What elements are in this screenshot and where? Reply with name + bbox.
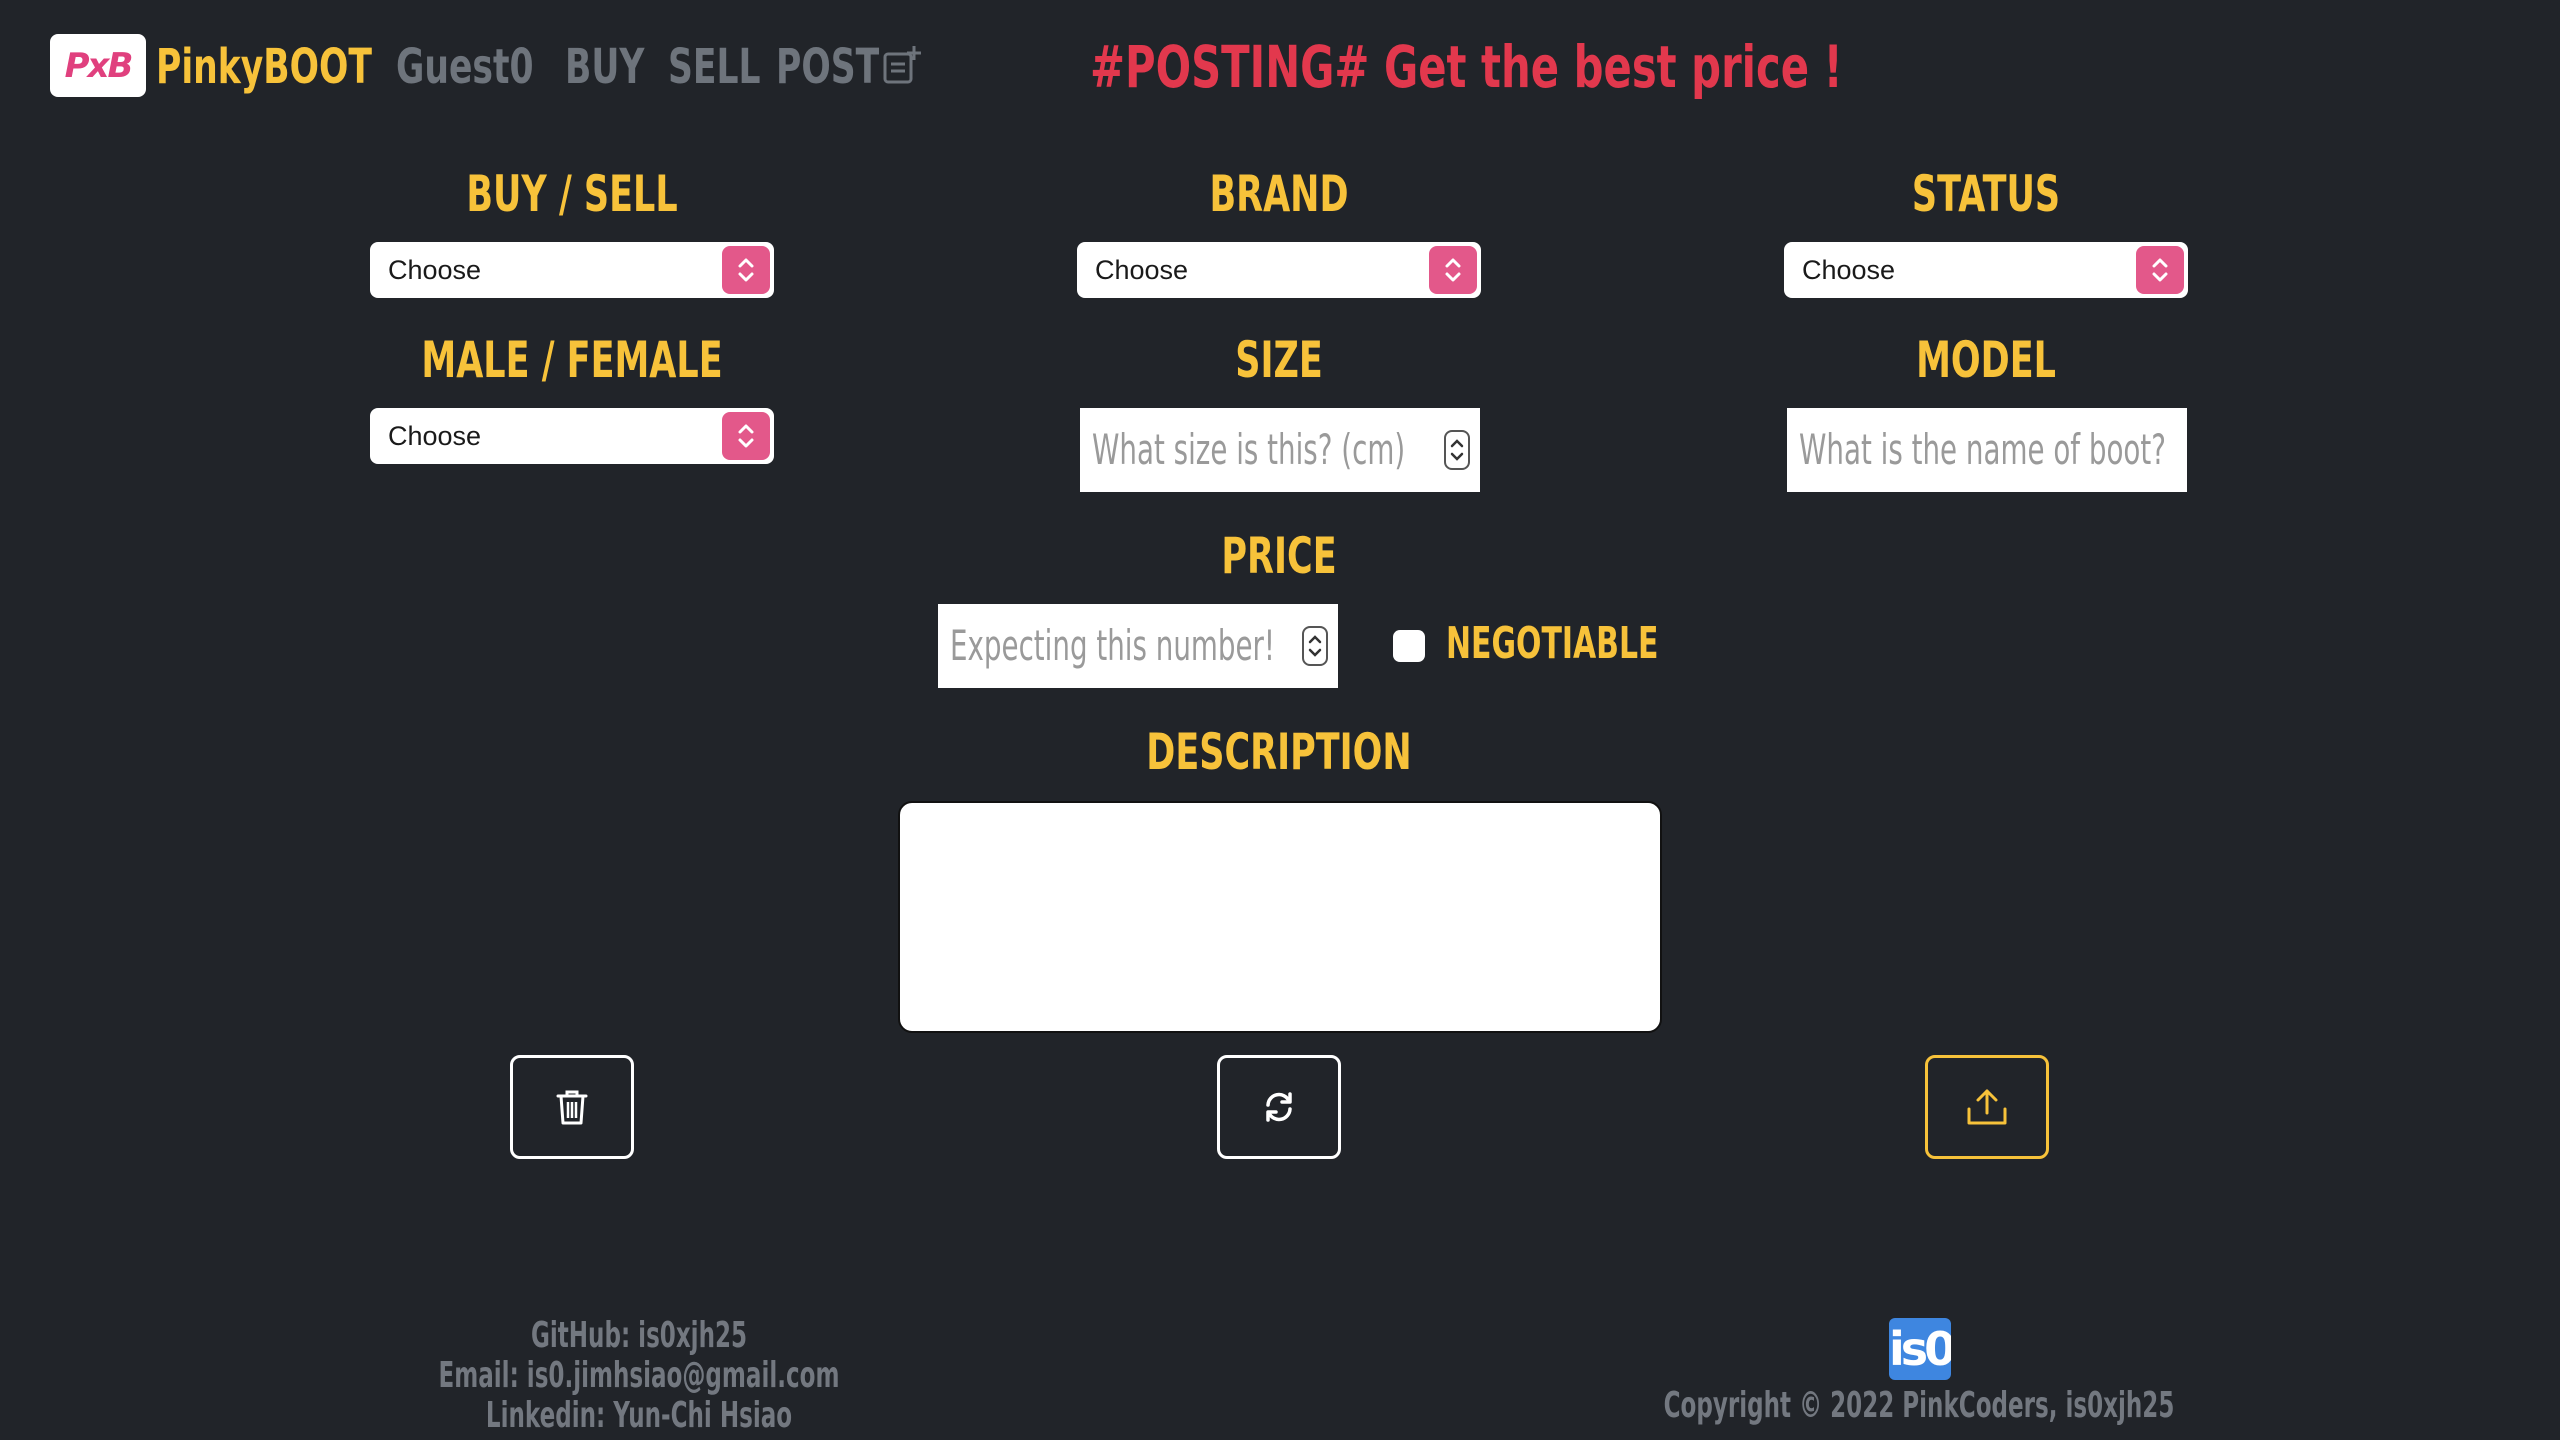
- size-label: SIZE: [1235, 331, 1323, 389]
- negotiable-label: NEGOTIABLE: [1446, 618, 1659, 669]
- footer-linkedin[interactable]: Linkedin: Yun-Chi Hsiao: [351, 1396, 927, 1436]
- select-caret-icon: [722, 246, 770, 294]
- reset-button[interactable]: [1217, 1055, 1341, 1159]
- nav-post[interactable]: POST: [776, 38, 879, 96]
- description-textarea[interactable]: [898, 801, 1662, 1033]
- buy-sell-value: Choose: [388, 255, 482, 285]
- delete-button[interactable]: [510, 1055, 634, 1159]
- buy-sell-label: BUY / SELL: [466, 165, 678, 223]
- price-placeholder: Expecting this number!: [950, 621, 1276, 670]
- nav-user[interactable]: Guest0: [396, 38, 534, 96]
- page-headline: #POSTING# Get the best price !: [1090, 33, 1843, 101]
- gender-select[interactable]: Choose: [370, 408, 774, 464]
- model-label: MODEL: [1916, 331, 2056, 389]
- footer-copyright: Copyright © 2022 PinkCoders, is0xjh25: [1663, 1385, 2175, 1426]
- select-caret-icon: [722, 412, 770, 460]
- description-label: DESCRIPTION: [1146, 723, 1412, 781]
- status-select[interactable]: Choose: [1784, 242, 2188, 298]
- footer-badge-logo: is0: [1889, 1318, 1951, 1380]
- size-placeholder: What size is this? (cm): [1092, 425, 1406, 474]
- logo-text: PxB: [64, 45, 134, 86]
- upload-icon: [1967, 1089, 2007, 1125]
- stepper-icon[interactable]: [1302, 626, 1328, 666]
- nav-buy[interactable]: BUY: [565, 38, 644, 96]
- brand-value: Choose: [1095, 255, 1189, 285]
- brand-name[interactable]: PinkyBOOT: [156, 38, 372, 96]
- status-label: STATUS: [1911, 165, 2061, 223]
- trash-icon: [556, 1090, 588, 1125]
- post-add-icon[interactable]: [883, 44, 923, 86]
- negotiable-checkbox[interactable]: [1393, 630, 1425, 662]
- price-input[interactable]: Expecting this number!: [938, 604, 1338, 688]
- refresh-icon: [1266, 1092, 1292, 1122]
- gender-value: Choose: [388, 421, 482, 451]
- nav-sell[interactable]: SELL: [668, 38, 761, 96]
- buy-sell-select[interactable]: Choose: [370, 242, 774, 298]
- model-placeholder: What is the name of boot?: [1799, 425, 2166, 474]
- brand-select[interactable]: Choose: [1077, 242, 1481, 298]
- select-caret-icon: [1429, 246, 1477, 294]
- brand-label: BRAND: [1209, 165, 1349, 223]
- upload-button[interactable]: [1925, 1055, 2049, 1159]
- price-label: PRICE: [1221, 527, 1337, 585]
- select-caret-icon: [2136, 246, 2184, 294]
- footer-github[interactable]: GitHub: is0xjh25: [351, 1316, 927, 1356]
- footer-email[interactable]: Email: is0.jimhsiao@gmail.com: [351, 1356, 927, 1396]
- logo[interactable]: PxB: [50, 34, 146, 97]
- gender-label: MALE / FEMALE: [421, 331, 723, 389]
- model-input[interactable]: What is the name of boot?: [1787, 408, 2187, 492]
- stepper-icon[interactable]: [1444, 430, 1470, 470]
- status-value: Choose: [1802, 255, 1896, 285]
- size-input[interactable]: What size is this? (cm): [1080, 408, 1480, 492]
